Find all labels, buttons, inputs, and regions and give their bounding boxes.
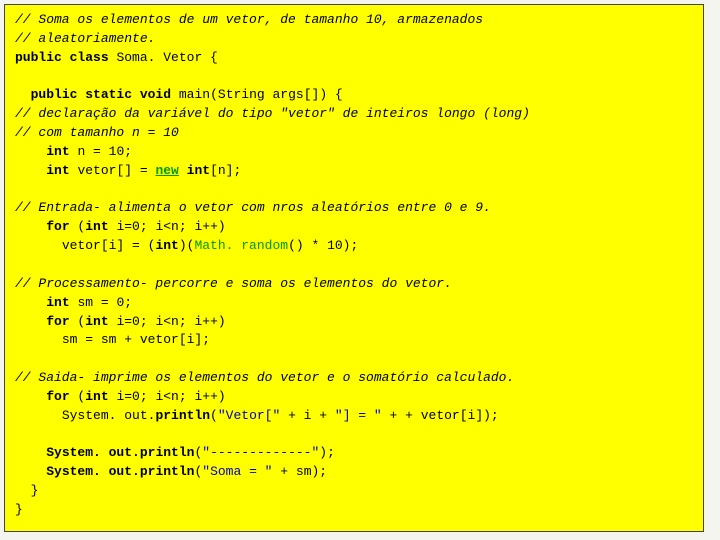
code-text: ); [319, 445, 335, 460]
code-text: System. out. [62, 408, 156, 423]
code-text: + i + [280, 408, 335, 423]
keyword: for [46, 389, 69, 404]
comment-line: // Entrada- alimenta o vetor com nros al… [15, 200, 491, 215]
keyword: int [46, 163, 69, 178]
code-text: Soma. Vetor { [116, 50, 217, 65]
code-text: []) { [304, 87, 343, 102]
code-text: + sm); [272, 464, 327, 479]
comment-line: // Soma os elementos de um vetor, de tam… [15, 12, 483, 27]
code-text: vetor[i] = ( [62, 238, 156, 253]
method: println [155, 408, 210, 423]
code-text: i=0; i<n; i++) [116, 219, 225, 234]
keyword: int [46, 295, 69, 310]
keyword: public class [15, 50, 109, 65]
code-text: )( [179, 238, 195, 253]
string-literal: "] = " [335, 408, 382, 423]
lib-call: Math. random [194, 238, 288, 253]
keyword: int [85, 389, 108, 404]
keyword: for [46, 314, 69, 329]
keyword: int [46, 144, 69, 159]
comment-line: // declaração da variável do tipo "vetor… [15, 106, 530, 121]
code-panel: // Soma os elementos de um vetor, de tam… [4, 4, 704, 532]
comment-line: // com tamanho n = 10 [15, 125, 179, 140]
code-text: sm = 0; [77, 295, 132, 310]
code-text: i=0; i<n; i++) [116, 314, 225, 329]
comment-line: // Processamento- percorre e soma os ele… [15, 276, 452, 291]
code-text: () * 10); [288, 238, 358, 253]
param: String args [218, 87, 304, 102]
keyword: int [155, 238, 178, 253]
keyword: int [85, 314, 108, 329]
method-name: main [179, 87, 210, 102]
keyword-new: new [155, 163, 178, 178]
comment-line: // Saida- imprime os elementos do vetor … [15, 370, 514, 385]
method: println [140, 464, 195, 479]
code-text: vetor[] = [77, 163, 155, 178]
string-literal: "-------------" [202, 445, 319, 460]
string-literal: "Soma = " [202, 464, 272, 479]
code-text: System. out. [46, 464, 140, 479]
code-text: i=0; i<n; i++) [116, 389, 225, 404]
code-text: + [382, 408, 405, 423]
string-literal: "Vetor[" [218, 408, 280, 423]
close-brace: } [31, 483, 39, 498]
keyword: public static void [31, 87, 171, 102]
code-text: + vetor[i]); [405, 408, 499, 423]
keyword: for [46, 219, 69, 234]
code-text: n = 10; [77, 144, 132, 159]
code-text: sm = sm + vetor[i]; [62, 332, 210, 347]
code-text: System. out. [46, 445, 140, 460]
method: println [140, 445, 195, 460]
keyword: int [85, 219, 108, 234]
keyword: int [187, 163, 210, 178]
comment-line: // aleatoriamente. [15, 31, 155, 46]
close-brace: } [15, 502, 23, 517]
code-text: [n]; [210, 163, 241, 178]
